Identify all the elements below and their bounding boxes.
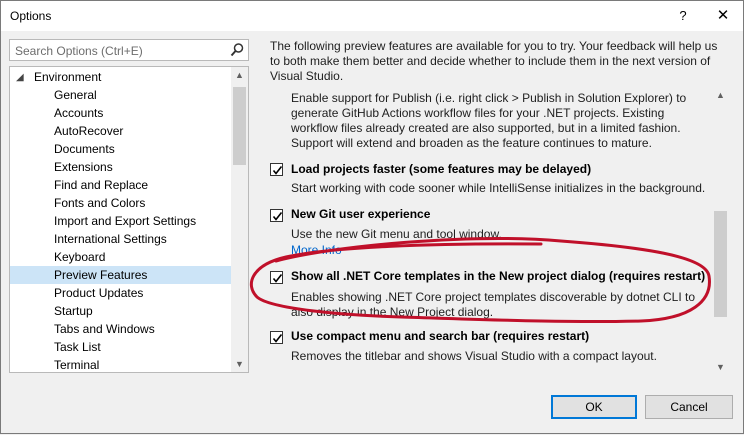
tree-item-autorecover[interactable]: AutoRecover bbox=[10, 122, 232, 140]
intro-text: The following preview features are avail… bbox=[270, 39, 718, 83]
git-experience-desc: Use the new Git menu and tool window. bbox=[291, 227, 502, 241]
scrollbar-thumb[interactable] bbox=[714, 211, 727, 317]
tree-item-label: International Settings bbox=[54, 232, 167, 246]
tree-item-label: Find and Replace bbox=[54, 178, 149, 192]
tree-item-label: AutoRecover bbox=[54, 124, 124, 138]
tree-item-task-list[interactable]: Task List bbox=[10, 338, 232, 356]
help-button[interactable]: ? bbox=[661, 1, 705, 31]
net-core-templates-checkbox[interactable] bbox=[270, 271, 283, 284]
tree-item-international-settings[interactable]: International Settings bbox=[10, 230, 232, 248]
load-faster-label[interactable]: Load projects faster (some features may … bbox=[291, 162, 591, 176]
publish-desc-line: Enable support for Publish (i.e. right c… bbox=[291, 91, 687, 105]
scroll-down-icon[interactable]: ▼ bbox=[231, 356, 248, 372]
tree-item-extensions[interactable]: Extensions bbox=[10, 158, 232, 176]
more-info-link[interactable]: More Info bbox=[291, 243, 342, 257]
options-dialog: Options ? ✕ Search Options (Ctrl+E) ◢ En… bbox=[0, 0, 744, 434]
tree-item-fonts-and-colors[interactable]: Fonts and Colors bbox=[10, 194, 232, 212]
close-button[interactable]: ✕ bbox=[701, 1, 744, 31]
tree-item-label: Product Updates bbox=[54, 286, 144, 300]
tree-item-label: Terminal bbox=[54, 358, 100, 372]
tree-item-keyboard[interactable]: Keyboard bbox=[10, 248, 232, 266]
tree-item-terminal[interactable]: Terminal bbox=[10, 356, 232, 372]
dialog-title: Options bbox=[10, 9, 52, 23]
search-options-input[interactable]: Search Options (Ctrl+E) bbox=[9, 39, 249, 61]
tree-item-label: Startup bbox=[54, 304, 93, 318]
chevron-down-icon[interactable]: ◢ bbox=[16, 69, 24, 87]
cancel-button[interactable]: Cancel bbox=[645, 395, 733, 419]
tree-item-accounts[interactable]: Accounts bbox=[10, 104, 232, 122]
scroll-up-icon[interactable]: ▲ bbox=[231, 67, 248, 83]
publish-desc-line: Support will extend and broaden as the f… bbox=[291, 136, 652, 150]
git-experience-checkbox[interactable] bbox=[270, 209, 283, 222]
tree-item-label: Preview Features bbox=[54, 268, 148, 282]
search-placeholder: Search Options (Ctrl+E) bbox=[15, 44, 143, 58]
compact-menu-checkbox[interactable] bbox=[270, 331, 283, 344]
tree-item-label: Accounts bbox=[54, 106, 104, 120]
tree-item-general[interactable]: General bbox=[10, 86, 232, 104]
net-core-templates-desc-line: Enables showing .NET Core project templa… bbox=[291, 290, 695, 304]
ok-button[interactable]: OK bbox=[551, 395, 637, 419]
options-scrollbar[interactable]: ▲ ▼ bbox=[712, 87, 729, 375]
options-tree[interactable]: ◢ Environment General Accounts AutoRecover… bbox=[9, 66, 249, 373]
tree-item-label: Environment bbox=[34, 70, 102, 84]
tree-item-label: Import and Export Settings bbox=[54, 214, 197, 228]
tree-item-startup[interactable]: Startup bbox=[10, 302, 232, 320]
checkmark-icon bbox=[272, 212, 283, 221]
tree-item-documents[interactable]: Documents bbox=[10, 140, 232, 158]
tree-item-label: Keyboard bbox=[54, 250, 106, 264]
tree-item-preview-features[interactable]: Preview Features bbox=[10, 266, 232, 284]
tree-item-environment[interactable]: ◢ Environment bbox=[10, 68, 232, 86]
tree-item-label: Fonts and Colors bbox=[54, 196, 146, 210]
tree-item-label: Task List bbox=[54, 340, 101, 354]
tree-item-label: Documents bbox=[54, 142, 115, 156]
tree-item-label: Tabs and Windows bbox=[54, 322, 155, 336]
git-experience-label[interactable]: New Git user experience bbox=[291, 207, 430, 221]
compact-menu-desc: Removes the titlebar and shows Visual St… bbox=[291, 349, 657, 363]
tree-item-tabs-and-windows[interactable]: Tabs and Windows bbox=[10, 320, 232, 338]
checkmark-icon bbox=[272, 334, 283, 343]
checkmark-icon bbox=[272, 166, 283, 175]
scroll-up-icon[interactable]: ▲ bbox=[712, 87, 729, 103]
publish-desc-line: workflow files already created are also … bbox=[291, 121, 681, 135]
checkmark-icon bbox=[272, 274, 283, 283]
tree-item-label: Extensions bbox=[54, 160, 113, 174]
publish-desc-line: generate GitHub Actions workflow files f… bbox=[291, 106, 665, 120]
scrollbar-thumb[interactable] bbox=[233, 87, 246, 165]
compact-menu-label[interactable]: Use compact menu and search bar (require… bbox=[291, 329, 589, 343]
net-core-templates-label[interactable]: Show all .NET Core templates in the New … bbox=[291, 269, 705, 283]
tree-item-import-and-export-settings[interactable]: Import and Export Settings bbox=[10, 212, 232, 230]
load-faster-checkbox[interactable] bbox=[270, 163, 283, 176]
load-faster-desc: Start working with code sooner while Int… bbox=[291, 181, 706, 195]
tree-item-label: General bbox=[54, 88, 97, 102]
tree-scrollbar[interactable]: ▲ ▼ bbox=[231, 67, 248, 372]
scroll-down-icon[interactable]: ▼ bbox=[712, 359, 729, 375]
title-bar: Options ? ✕ bbox=[1, 1, 743, 31]
net-core-templates-desc-line: also display in the New Project dialog. bbox=[291, 305, 494, 319]
search-icon[interactable] bbox=[229, 41, 245, 59]
tree-item-find-and-replace[interactable]: Find and Replace bbox=[10, 176, 232, 194]
tree-item-product-updates[interactable]: Product Updates bbox=[10, 284, 232, 302]
